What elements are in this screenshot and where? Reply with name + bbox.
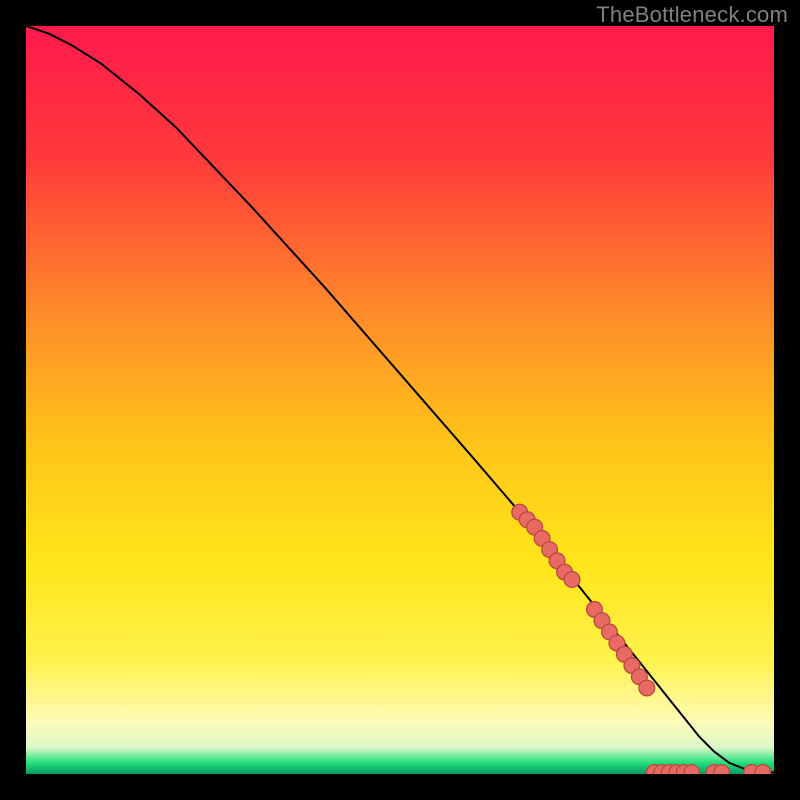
curve-line [26,26,774,773]
chart-svg [26,26,774,774]
attribution-text: TheBottleneck.com [596,2,788,28]
scatter-markers [512,504,771,774]
plot-area [26,26,774,774]
